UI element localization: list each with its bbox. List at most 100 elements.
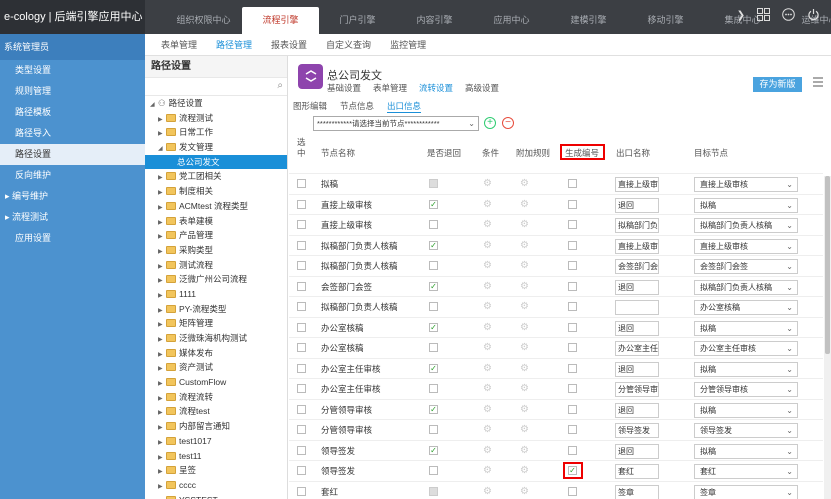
return-checkbox[interactable]: ✓ [429, 199, 438, 209]
header-tab[interactable]: 基础设置 [327, 82, 361, 94]
caret-right-icon[interactable]: ▶ [158, 436, 166, 449]
caret-right-icon[interactable]: ▶ [158, 318, 166, 331]
caret-right-icon[interactable]: ▶ [158, 186, 166, 199]
tree-item[interactable]: ▶ 1111 [145, 287, 287, 302]
condition-gear-icon[interactable]: ⚙ [483, 178, 492, 189]
condition-gear-icon[interactable]: ⚙ [483, 322, 492, 333]
rule-gear-icon[interactable]: ⚙ [520, 445, 529, 456]
rule-gear-icon[interactable]: ⚙ [520, 404, 529, 415]
sub-tab[interactable]: 图形编辑 [293, 100, 327, 113]
add-row-icon[interactable]: + [484, 117, 496, 129]
rule-gear-icon[interactable]: ⚙ [520, 219, 529, 230]
scrollbar-thumb[interactable] [825, 176, 830, 354]
tree-item[interactable]: ▶ 党工团相关 [145, 169, 287, 184]
return-checkbox[interactable] [429, 302, 438, 311]
tree-item[interactable]: ▶ 日常工作 [145, 125, 287, 140]
grid-icon[interactable] [755, 8, 771, 24]
row-select-checkbox[interactable] [297, 322, 306, 332]
chevron-right-icon[interactable]: ❯ [733, 8, 749, 24]
condition-gear-icon[interactable]: ⚙ [483, 342, 492, 353]
generate-number-checkbox[interactable] [568, 179, 577, 188]
sub-tab[interactable]: 出口信息 [387, 100, 422, 113]
rule-gear-icon[interactable]: ⚙ [520, 178, 529, 189]
row-select-checkbox[interactable] [297, 486, 306, 496]
generate-number-checkbox[interactable] [568, 384, 577, 393]
condition-gear-icon[interactable]: ⚙ [483, 281, 492, 292]
top-nav-item[interactable]: 内容引擎 [396, 7, 473, 34]
rule-gear-icon[interactable]: ⚙ [520, 486, 529, 497]
top-nav-item[interactable]: 门户引擎 [319, 7, 396, 34]
row-select-checkbox[interactable] [297, 199, 306, 209]
tree-item[interactable]: ▶ 资产测试 [145, 360, 287, 375]
sub-nav-item[interactable]: 路径管理 [216, 34, 252, 55]
tree-item[interactable]: ▶ 泛微广州公司流程 [145, 272, 287, 287]
tree-item[interactable]: ▶ PY-流程类型 [145, 302, 287, 317]
row-select-checkbox[interactable] [297, 425, 306, 434]
rule-gear-icon[interactable]: ⚙ [520, 240, 529, 251]
exit-name-input[interactable] [615, 300, 659, 315]
condition-gear-icon[interactable]: ⚙ [483, 199, 492, 210]
exit-name-input[interactable]: 退回 [615, 197, 659, 213]
condition-gear-icon[interactable]: ⚙ [483, 424, 492, 435]
sidebar-item[interactable]: ▸ 流程测试 [0, 207, 145, 228]
return-checkbox[interactable] [429, 343, 438, 352]
sub-nav-item[interactable]: 监控管理 [390, 34, 426, 55]
return-checkbox[interactable] [429, 220, 438, 229]
caret-right-icon[interactable]: ▶ [158, 480, 166, 493]
sidebar-item[interactable]: 路径设置 [0, 144, 145, 165]
tree-item[interactable]: ▶ 矩阵管理 [145, 316, 287, 331]
generate-number-checkbox[interactable] [568, 302, 577, 311]
current-node-select[interactable]: ************请选择当前节点************ ⌄ [313, 116, 479, 131]
condition-gear-icon[interactable]: ⚙ [483, 240, 492, 251]
condition-gear-icon[interactable]: ⚙ [483, 301, 492, 312]
remove-row-icon[interactable]: − [502, 117, 514, 129]
target-node-select[interactable]: 分管领导审核 ⌄ [694, 382, 798, 397]
exit-name-input[interactable]: 退回 [615, 320, 659, 336]
caret-right-icon[interactable]: ▶ [158, 362, 166, 375]
return-checkbox[interactable] [429, 425, 438, 434]
sub-nav-item[interactable]: 自定义查询 [326, 34, 371, 55]
caret-right-icon[interactable]: ▶ [158, 406, 166, 419]
top-nav-item[interactable]: 应用中心 [473, 7, 550, 34]
row-select-checkbox[interactable] [297, 343, 306, 352]
target-node-select[interactable]: 办公室主任审核 ⌄ [694, 341, 798, 356]
target-node-select[interactable]: 拟稿部门负责人核稿 ⌄ [694, 218, 798, 233]
generate-number-checkbox[interactable] [568, 240, 577, 250]
exit-name-input[interactable]: 直接上级审 [615, 238, 659, 254]
caret-right-icon[interactable]: ▶ [158, 289, 166, 302]
tree-item[interactable]: ▶ 内部留言通知 [145, 419, 287, 434]
exit-name-input[interactable]: 退回 [615, 443, 659, 459]
caret-right-icon[interactable]: ▶ [158, 304, 166, 317]
condition-gear-icon[interactable]: ⚙ [483, 486, 492, 497]
exit-name-input[interactable]: 退回 [615, 361, 659, 377]
return-checkbox[interactable]: ✓ [429, 404, 438, 414]
rule-gear-icon[interactable]: ⚙ [520, 363, 529, 374]
rule-gear-icon[interactable]: ⚙ [520, 383, 529, 394]
tree-item[interactable]: ▶ 泛微珠海机构测试 [145, 331, 287, 346]
exit-name-input[interactable]: 分管领导审 [615, 382, 659, 397]
generate-number-checkbox[interactable] [568, 425, 577, 434]
row-select-checkbox[interactable] [297, 302, 306, 311]
return-checkbox[interactable]: ✓ [429, 281, 438, 291]
header-tab[interactable]: 表单管理 [373, 82, 407, 94]
row-select-checkbox[interactable] [297, 404, 306, 414]
caret-right-icon[interactable]: ▶ [158, 113, 166, 126]
caret-right-icon[interactable]: ▶ [158, 348, 166, 361]
caret-down-icon[interactable]: ◢ [158, 142, 166, 155]
power-icon[interactable] [805, 8, 821, 24]
caret-right-icon[interactable]: ▶ [158, 216, 166, 229]
sub-tab[interactable]: 节点信息 [340, 100, 374, 113]
table-scrollbar[interactable] [824, 176, 831, 499]
condition-gear-icon[interactable]: ⚙ [483, 404, 492, 415]
tree-item[interactable]: ▶ YSSTEST [145, 493, 287, 499]
tree-item[interactable]: ◢ 发文管理 [145, 140, 287, 155]
return-checkbox[interactable] [429, 384, 438, 393]
rule-gear-icon[interactable]: ⚙ [520, 465, 529, 476]
generate-number-checkbox[interactable] [568, 343, 577, 352]
tree-item[interactable]: ▶ 流程测试 [145, 111, 287, 126]
tree-search-input[interactable]: ⌕ [145, 78, 287, 96]
target-node-select[interactable]: 签章 ⌄ [694, 484, 798, 499]
caret-right-icon[interactable]: ▶ [158, 274, 166, 287]
condition-gear-icon[interactable]: ⚙ [483, 363, 492, 374]
caret-right-icon[interactable]: ▶ [158, 127, 166, 140]
